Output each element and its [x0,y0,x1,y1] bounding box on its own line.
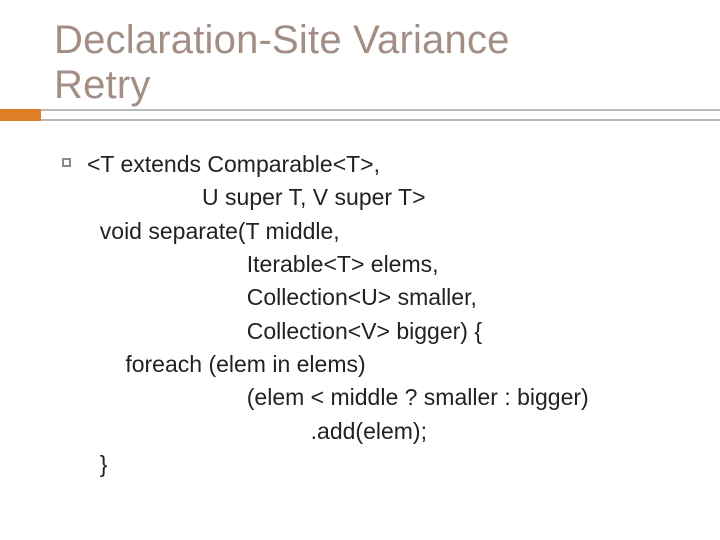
divider-line-bottom [0,119,720,121]
slide-title-line1: Declaration-Site Variance [54,18,720,63]
title-block: Declaration-Site Variance Retry [0,0,720,108]
accent-box [0,109,41,121]
bullet-icon [62,158,71,167]
content-area: <T extends Comparable<T>, U super T, V s… [62,148,690,481]
code-block: <T extends Comparable<T>, U super T, V s… [87,148,589,481]
divider-line-top [0,109,720,111]
slide-title-line2: Retry [54,63,720,108]
slide: Declaration-Site Variance Retry <T exten… [0,0,720,540]
bullet-item: <T extends Comparable<T>, U super T, V s… [62,148,690,481]
